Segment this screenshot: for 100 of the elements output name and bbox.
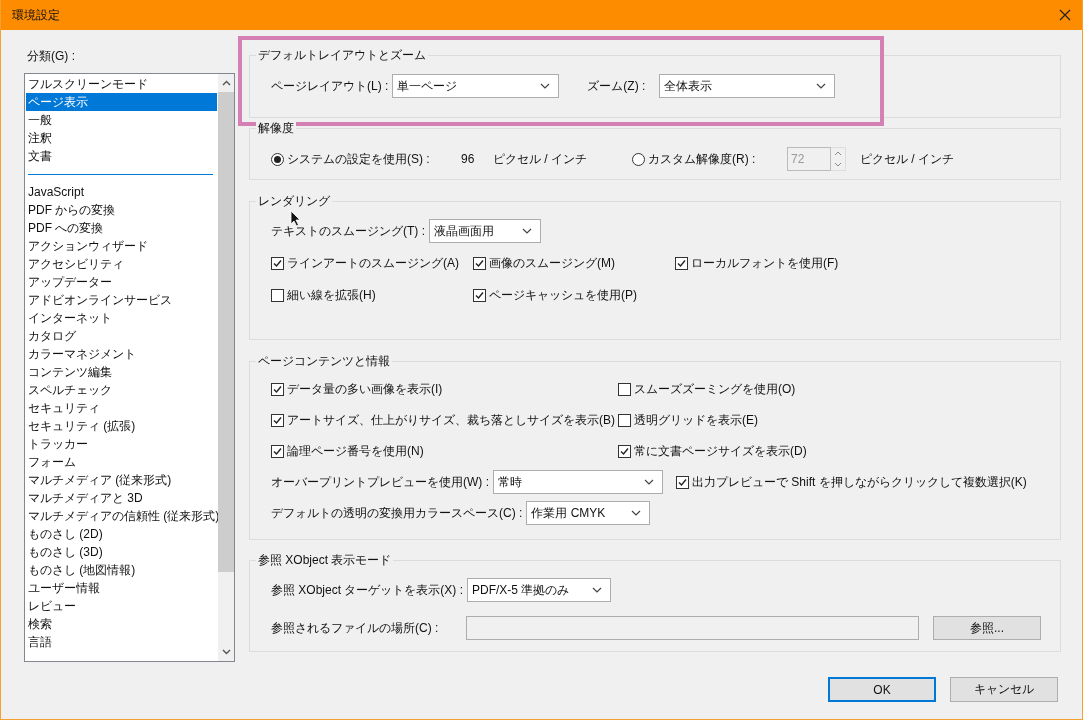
field-label: 参照 XObject ターゲットを表示(X) : [271, 582, 465, 598]
field-label: 参照されるファイルの場所(C) : [271, 620, 440, 636]
browse-button[interactable]: 参照... [933, 616, 1041, 640]
category-item[interactable]: インターネット [26, 309, 217, 327]
check-icon [272, 383, 283, 395]
category-item[interactable]: PDF への変換 [26, 219, 217, 237]
cursor-icon [290, 210, 301, 227]
check-icon [272, 445, 283, 457]
dropdown[interactable]: PDF/X-5 準拠のみ [467, 578, 612, 602]
checkbox-label: 常に文書ページサイズを表示(D) [634, 442, 807, 460]
category-item[interactable]: コンテンツ編集 [26, 363, 217, 381]
check-icon [677, 476, 688, 488]
category-item[interactable]: ものさし (2D) [26, 525, 217, 543]
checkbox-label: スムーズズーミングを使用(O) [634, 380, 796, 398]
checkbox-box[interactable] [618, 413, 631, 427]
category-item[interactable]: カラーマネジメント [26, 345, 217, 363]
category-item[interactable]: アップデーター [26, 273, 217, 291]
checkbox-box[interactable] [271, 382, 284, 396]
category-item[interactable]: セキュリティ (拡張) [26, 417, 217, 435]
dialog-button[interactable]: OK [828, 677, 936, 702]
checkbox-label: 透明グリッドを表示(E) [634, 411, 758, 429]
checkbox-box[interactable] [271, 288, 284, 302]
category-item[interactable]: フォーム [26, 453, 217, 471]
group-title: 参照 XObject 表示モード [256, 552, 394, 568]
spin-buttons[interactable] [831, 147, 846, 171]
checkbox[interactable]: スムーズズーミングを使用(O) [618, 380, 965, 398]
checkbox-box[interactable] [675, 256, 688, 270]
category-item[interactable]: セキュリティ [26, 399, 217, 417]
category-item[interactable]: ものさし (3D) [26, 543, 217, 561]
check-icon [474, 289, 485, 301]
checkbox[interactable]: 細い線を拡張(H) [271, 286, 473, 304]
check-icon [676, 257, 687, 269]
checkbox[interactable]: ローカルフォントを使用(F) [675, 254, 877, 272]
radio-button[interactable] [632, 152, 645, 166]
dropdown[interactable]: 作業用 CMYK [526, 501, 651, 525]
category-item[interactable]: フルスクリーンモード [26, 75, 217, 93]
field-label: ページレイアウト(L) : [271, 78, 390, 94]
field-label: ピクセル / インチ [493, 151, 588, 167]
group-title: デフォルトレイアウトとズーム [256, 47, 428, 63]
check-icon [272, 414, 283, 426]
scroll-thumb[interactable] [218, 92, 234, 572]
category-item[interactable]: スペルチェック [26, 381, 217, 399]
checkbox[interactable]: 論理ページ番号を使用(N) [271, 442, 618, 460]
scroll-down-icon[interactable] [221, 649, 231, 655]
checkbox-label: 論理ページ番号を使用(N) [287, 442, 424, 460]
category-item[interactable]: マルチメディアの信頼性 (従来形式) [26, 507, 217, 525]
chevron-icon [522, 228, 532, 234]
dropdown[interactable]: 液晶画面用 [429, 219, 541, 243]
path-field[interactable] [466, 616, 919, 640]
category-item[interactable]: ページ表示 [26, 93, 217, 111]
category-item[interactable]: ユーザー情報 [26, 579, 217, 597]
category-item[interactable]: 文書 [26, 147, 217, 165]
category-item[interactable]: マルチメディアと 3D [26, 489, 217, 507]
radio-option[interactable]: システムの設定を使用(S) : [271, 150, 461, 168]
checkbox[interactable]: 常に文書ページサイズを表示(D) [618, 442, 965, 460]
checkbox[interactable]: 透明グリッドを表示(E) [618, 411, 965, 429]
radio-button[interactable] [271, 152, 284, 166]
scroll-up-icon[interactable] [221, 80, 231, 86]
category-item[interactable]: カタログ [26, 327, 217, 345]
checkbox-label: 画像のスムージング(M) [489, 254, 615, 272]
category-item[interactable]: レビュー [26, 597, 217, 615]
category-item[interactable]: アドビオンラインサービス [26, 291, 217, 309]
category-item[interactable]: PDF からの変換 [26, 201, 217, 219]
checkbox-box[interactable] [271, 444, 284, 458]
category-item[interactable]: 検索 [26, 615, 217, 633]
field-label: テキストのスムージング(T) : [271, 223, 426, 239]
category-item[interactable]: トラッカー [26, 435, 217, 453]
checkbox[interactable]: 画像のスムージング(M) [473, 254, 675, 272]
checkbox-label: データ量の多い画像を表示(I) [287, 380, 443, 398]
radio-label: システムの設定を使用(S) : [287, 150, 430, 168]
chevron-icon [631, 510, 642, 516]
dropdown[interactable]: 全体表示 [659, 74, 836, 98]
category-item[interactable]: ものさし (地図情報) [26, 561, 217, 579]
field-label: 96 [461, 151, 476, 167]
dropdown[interactable]: 単一ページ [392, 74, 560, 98]
category-item[interactable]: アクセシビリティ [26, 255, 217, 273]
checkbox-box[interactable] [271, 256, 284, 270]
category-item[interactable]: 言語 [26, 633, 217, 651]
dropdown[interactable]: 常時 [493, 470, 663, 494]
radio-label: カスタム解像度(R) : [648, 150, 756, 168]
checkbox-box[interactable] [618, 444, 631, 458]
checkbox-box[interactable] [676, 475, 689, 489]
close-icon[interactable] [1059, 9, 1071, 21]
radio-option[interactable]: カスタム解像度(R) : [632, 150, 787, 168]
checkbox-box[interactable] [473, 256, 486, 270]
checkbox[interactable]: ページキャッシュを使用(P) [473, 286, 675, 304]
category-item[interactable]: JavaScript [26, 183, 217, 201]
category-item[interactable]: 注釈 [26, 129, 217, 147]
checkbox[interactable]: データ量の多い画像を表示(I) [271, 380, 618, 398]
checkbox-box[interactable] [271, 413, 284, 427]
dialog-button[interactable]: キャンセル [950, 677, 1058, 702]
checkbox-label: ローカルフォントを使用(F) [691, 254, 839, 272]
category-item[interactable]: アクションウィザード [26, 237, 217, 255]
checkbox-box[interactable] [473, 288, 486, 302]
group-title: レンダリング [256, 193, 332, 209]
category-item[interactable]: 一般 [26, 111, 217, 129]
scrollbar[interactable] [218, 74, 234, 661]
group-title: 解像度 [256, 120, 296, 136]
checkbox-box[interactable] [618, 382, 631, 396]
category-item[interactable]: マルチメディア (従来形式) [26, 471, 217, 489]
